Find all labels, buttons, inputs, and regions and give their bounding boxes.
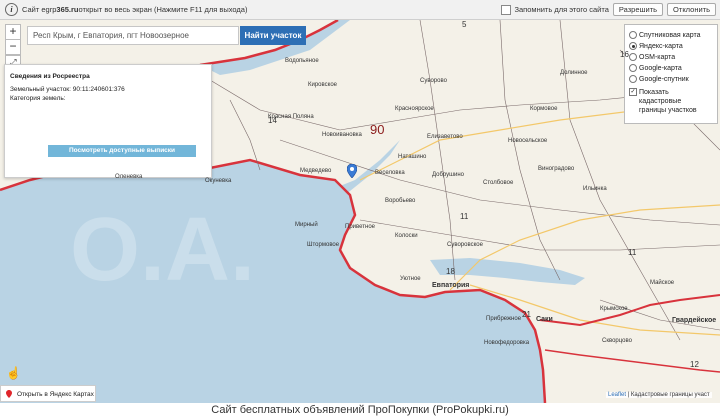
cadastre-label-3: границы участков: [639, 107, 697, 114]
cadastre-toggle[interactable]: ✓ Показать кадастровые границы участков: [629, 88, 697, 115]
radio-icon: [629, 31, 637, 39]
map-label: Кормовое: [530, 106, 558, 112]
map-label: Уютное: [400, 276, 421, 282]
map-label: Долинное: [560, 70, 588, 76]
district-number: 11: [628, 248, 637, 257]
parcel-row: Земельный участок: 90:11:240601:376: [10, 86, 125, 93]
district-number: 11: [460, 212, 469, 221]
map-label: Суворово: [420, 78, 447, 84]
parcel-label: Земельный участок:: [10, 86, 71, 93]
map-label: Водопьяное: [285, 58, 319, 64]
zoom-in-button[interactable]: +: [5, 24, 21, 40]
cadastre-checkbox[interactable]: ✓: [629, 88, 637, 96]
popup-title: Сведения из Росреестра: [10, 73, 90, 80]
layer-option-osm[interactable]: OSM-карта: [629, 53, 675, 61]
cadastre-label-2: кадастровые: [639, 98, 682, 105]
layer-label: Спутниковая карта: [639, 31, 701, 39]
open-in-yandex-link[interactable]: Открыть в Яндекс Картах: [0, 385, 96, 402]
map-label: Наташино: [398, 154, 427, 160]
remember-label: Запомнить для этого сайта: [514, 5, 609, 14]
district-number: 5: [462, 20, 467, 29]
district-number: 12: [690, 360, 699, 369]
layer-label: OSM-карта: [639, 53, 676, 61]
zoom-out-button[interactable]: −: [5, 39, 21, 55]
attribution-text: | Кадастровые границы участ: [626, 392, 710, 398]
hand-cursor-icon: ☝: [6, 366, 21, 380]
map-attribution: Leaflet | Кадастровые границы участ: [606, 392, 712, 398]
yandex-pin-icon: [6, 390, 12, 398]
notice-suffix: открыт во весь экран (Нажмите F11 для вы…: [78, 5, 248, 14]
district-number: 18: [446, 267, 455, 276]
layer-option-google-satellite[interactable]: Google-спутник: [629, 75, 689, 83]
search-input[interactable]: Респ Крым, г Евпатория, пгт Новоозерное: [27, 26, 239, 45]
map-label: Штормовое: [307, 242, 340, 248]
layer-label: Google-спутник: [639, 75, 689, 83]
allow-button[interactable]: Разрешить: [612, 3, 664, 16]
layer-switcher: Спутниковая карта Яндекс-карта OSM-карта…: [624, 24, 718, 124]
map-label: Новоивановка: [322, 132, 362, 138]
map-label: Мирный: [295, 222, 318, 228]
open-in-yandex-label: Открыть в Яндекс Картах: [17, 391, 94, 398]
site-footer: Сайт бесплатных объявлений ПроПокупки (P…: [0, 403, 720, 418]
radio-icon: [629, 64, 637, 72]
info-icon: i: [5, 3, 18, 16]
map-label-city: Гвардейское: [672, 317, 717, 324]
radio-icon: [629, 53, 637, 61]
map-label: Медведево: [300, 168, 332, 174]
map-label: Крымское: [600, 306, 628, 312]
district-number: 21: [522, 310, 531, 319]
layer-option-yandex[interactable]: Яндекс-карта: [629, 42, 683, 50]
notice-prefix: Сайт egrp: [22, 5, 57, 14]
map-label: Виноградово: [538, 166, 575, 172]
map-label: Новофедоровка: [484, 340, 530, 346]
map-label: Приветное: [345, 224, 375, 230]
layer-label: Google-карта: [639, 64, 682, 72]
watermark: O.A.: [70, 200, 255, 300]
map-label: Колоски: [395, 233, 418, 239]
map-label: Веселовка: [375, 170, 405, 176]
map-label: Столбовое: [483, 180, 514, 186]
remember-checkbox[interactable]: [501, 4, 512, 15]
view-extracts-button[interactable]: Посмотреть доступные выписки: [48, 145, 196, 157]
map-label: Новосельское: [508, 138, 548, 144]
map-label-city: Саки: [536, 316, 553, 323]
map-label-city: Евпатория: [432, 282, 470, 289]
map-label: Красноярское: [395, 106, 434, 112]
layer-label: Яндекс-карта: [639, 42, 683, 50]
map-label: Майское: [650, 280, 675, 286]
cadastre-label-1: Показать: [639, 89, 669, 96]
category-label: Категория земель:: [10, 95, 66, 102]
radio-icon: [629, 75, 637, 83]
map-label: Воробьево: [385, 198, 416, 204]
map-label: Окуневка: [205, 178, 232, 184]
region-number: 90: [370, 122, 385, 137]
map-label: Оленевка: [115, 174, 143, 180]
map-label: Кировское: [308, 82, 338, 88]
parcel-marker-icon[interactable]: [347, 164, 357, 178]
map-label: Прибрежное: [486, 316, 522, 322]
district-number: 14: [268, 116, 277, 125]
map-label: Ильинка: [583, 186, 607, 192]
fullscreen-notice-bar: i Сайт egrp 365.ru открыт во весь экран (…: [0, 0, 720, 20]
notice-domain: 365.ru: [56, 5, 79, 14]
map-label: Елизаветово: [427, 134, 463, 140]
cadastre-label: Показать кадастровые границы участков: [639, 88, 697, 115]
layer-option-satellite[interactable]: Спутниковая карта: [629, 31, 701, 39]
deny-button[interactable]: Отклонить: [667, 3, 716, 16]
radio-selected-icon: [629, 42, 637, 50]
map-label: Добрушино: [432, 172, 464, 178]
district-number: 16: [620, 50, 629, 59]
map-view[interactable]: O.A. + − ⤢ Респ Крым, г Евпатория, пгт Н…: [0, 20, 720, 403]
parcel-value: 90:11:240601:376: [72, 86, 125, 93]
find-parcel-button[interactable]: Найти участок: [240, 26, 306, 45]
leaflet-link[interactable]: Leaflet: [608, 392, 626, 398]
rosreestr-popup: Сведения из Росреестра Земельный участок…: [4, 64, 212, 178]
map-label: Скворцово: [602, 338, 632, 344]
layer-option-google-map[interactable]: Google-карта: [629, 64, 682, 72]
map-label: Суворовское: [447, 242, 483, 248]
